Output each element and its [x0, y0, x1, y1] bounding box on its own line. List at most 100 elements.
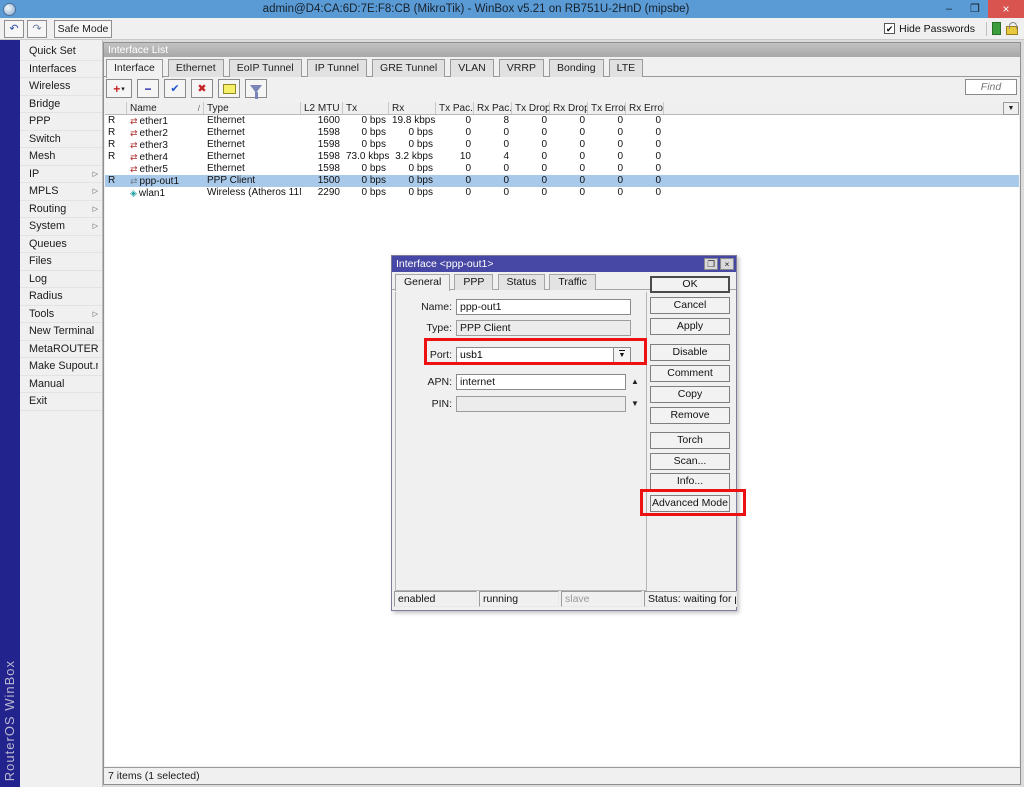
remove-button[interactable]: − [137, 79, 159, 98]
sidebar-item-queues[interactable]: Queues [20, 236, 102, 254]
sidebar-menu: Quick Set Interfaces Wireless Bridge PPP… [20, 40, 103, 787]
column-header-rx-pac[interactable]: Rx Pac... [474, 102, 512, 114]
undo-button[interactable]: ↶ [4, 20, 24, 38]
minimize-button[interactable]: – [936, 0, 962, 18]
table-row[interactable]: ◈wlan1 Wireless (Atheros 11N) 2290 0 bps… [105, 187, 1019, 199]
sidebar-item-mpls[interactable]: MPLS▷ [20, 183, 102, 201]
sidebar-item-radius[interactable]: Radius [20, 288, 102, 306]
table-row[interactable]: R ⇄ether2 Ethernet 1598 0 bps 0 bps 0 0 … [105, 127, 1019, 139]
sidebar-item-routing[interactable]: Routing▷ [20, 201, 102, 219]
sidebar-item-bridge[interactable]: Bridge [20, 96, 102, 114]
safe-mode-button[interactable]: Safe Mode [54, 20, 112, 38]
enable-button[interactable]: ✔ [164, 79, 186, 98]
sidebar-item-files[interactable]: Files [20, 253, 102, 271]
port-field[interactable] [457, 348, 613, 362]
sidebar-item-tools[interactable]: Tools▷ [20, 306, 102, 324]
dialog-restore-button[interactable]: ❐ [704, 258, 718, 270]
type-label: Type: [396, 322, 456, 334]
brand-strip: RouterOS WinBox [0, 40, 20, 787]
restore-button[interactable]: ❐ [962, 0, 988, 18]
dialog-tab-ppp[interactable]: PPP [454, 274, 493, 290]
header-dropdown-button[interactable]: ▼ [1003, 102, 1019, 115]
column-header-rx-errors[interactable]: Rx Errors [626, 102, 664, 114]
column-header-flag[interactable] [105, 102, 127, 114]
comment-button[interactable]: Comment [650, 365, 730, 382]
sidebar-item-exit[interactable]: Exit [20, 393, 102, 411]
column-header-rx[interactable]: Rx [389, 102, 436, 114]
tab-eoip-tunnel[interactable]: EoIP Tunnel [229, 59, 302, 77]
table-row[interactable]: R ⇄ether3 Ethernet 1598 0 bps 0 bps 0 0 … [105, 139, 1019, 151]
sidebar-item-make-supout-rif[interactable]: Make Supout.rif [20, 358, 102, 376]
table-row-selected[interactable]: R ⇄ppp-out1 PPP Client 1500 0 bps 0 bps … [105, 175, 1019, 187]
column-header-name[interactable]: Name/ [127, 102, 204, 114]
tab-bonding[interactable]: Bonding [549, 59, 604, 77]
info-button[interactable]: Info... [650, 473, 730, 490]
apply-button[interactable]: Apply [650, 318, 730, 335]
name-field[interactable] [456, 299, 631, 315]
sidebar-item-wireless[interactable]: Wireless [20, 78, 102, 96]
disable-button[interactable]: Disable [650, 344, 730, 361]
tab-interface[interactable]: Interface [106, 59, 163, 78]
column-header-tx-errors[interactable]: Tx Errors [588, 102, 626, 114]
tab-lte[interactable]: LTE [609, 59, 643, 77]
port-dropdown-button[interactable]: ▼ [613, 348, 630, 362]
interface-list-status: 7 items (1 selected) [104, 767, 1020, 784]
dialog-close-button[interactable]: × [720, 258, 734, 270]
table-row[interactable]: R ⇄ether1 Ethernet 1600 0 bps 19.8 kbps … [105, 115, 1019, 127]
sidebar-item-interfaces[interactable]: Interfaces [20, 61, 102, 79]
hide-passwords-label: Hide Passwords [899, 23, 975, 35]
ok-button[interactable]: OK [650, 276, 730, 293]
advanced-mode-button[interactable]: Advanced Mode [650, 495, 730, 512]
remove-button[interactable]: Remove [650, 407, 730, 424]
table-row[interactable]: R ⇄ether4 Ethernet 1598 73.0 kbps 3.2 kb… [105, 151, 1019, 163]
pin-field[interactable] [456, 396, 626, 412]
sidebar-item-new-terminal[interactable]: New Terminal [20, 323, 102, 341]
tab-ip-tunnel[interactable]: IP Tunnel [307, 59, 367, 77]
dialog-tab-traffic[interactable]: Traffic [549, 274, 596, 290]
sidebar-item-ppp[interactable]: PPP [20, 113, 102, 131]
redo-button[interactable]: ↷ [27, 20, 47, 38]
tab-ethernet[interactable]: Ethernet [168, 59, 224, 77]
cancel-button[interactable]: Cancel [650, 297, 730, 314]
sidebar-item-metarouter[interactable]: MetaROUTER [20, 341, 102, 359]
dialog-tab-general[interactable]: General [395, 274, 450, 291]
interface-list-titlebar[interactable]: Interface List [104, 43, 1020, 57]
add-button[interactable]: +▾ [106, 79, 132, 98]
column-header-rx-drops[interactable]: Rx Drops [550, 102, 588, 114]
tab-gre-tunnel[interactable]: GRE Tunnel [372, 59, 445, 77]
sidebar-item-manual[interactable]: Manual [20, 376, 102, 394]
scan-button[interactable]: Scan... [650, 453, 730, 470]
sidebar-item-system[interactable]: System▷ [20, 218, 102, 236]
sidebar-item-mesh[interactable]: Mesh [20, 148, 102, 166]
comment-button[interactable] [218, 79, 240, 98]
find-input[interactable] [965, 79, 1017, 95]
section-up-icon[interactable]: ▲ [631, 377, 639, 386]
column-header-type[interactable]: Type [204, 102, 301, 114]
apn-field[interactable] [456, 374, 626, 390]
column-header-tx[interactable]: Tx [343, 102, 389, 114]
hide-passwords-checkbox[interactable]: ✔ [884, 23, 895, 34]
sidebar-item-quick-set[interactable]: Quick Set [20, 43, 102, 61]
table-row[interactable]: ⇄ether5 Ethernet 1598 0 bps 0 bps 0 0 0 … [105, 163, 1019, 175]
torch-button[interactable]: Torch [650, 432, 730, 449]
tab-vlan[interactable]: VLAN [450, 59, 493, 77]
copy-button[interactable]: Copy [650, 386, 730, 403]
disable-button[interactable]: ✖ [191, 79, 213, 98]
dialog-titlebar[interactable]: Interface <ppp-out1> ❐ × [392, 256, 736, 272]
column-header-l2mtu[interactable]: L2 MTU [301, 102, 343, 114]
sidebar-item-switch[interactable]: Switch [20, 131, 102, 149]
interface-dialog: Interface <ppp-out1> ❐ × General PPP Sta… [391, 255, 737, 611]
column-header-tx-pac[interactable]: Tx Pac... [436, 102, 474, 114]
filter-button[interactable] [245, 79, 267, 98]
winbox-app: admin@D4:CA:6D:7E:F8:CB (MikroTik) - Win… [0, 0, 1024, 787]
toolbar-divider [986, 22, 987, 36]
sidebar-item-log[interactable]: Log [20, 271, 102, 289]
close-button[interactable]: × [988, 0, 1024, 18]
tab-vrrp[interactable]: VRRP [499, 59, 544, 77]
dialog-tab-status[interactable]: Status [498, 274, 546, 290]
section-down-icon[interactable]: ▼ [631, 399, 639, 408]
port-combobox[interactable]: ▼ [456, 347, 631, 363]
column-header-tx-drops[interactable]: Tx Drops [512, 102, 550, 114]
sidebar-item-ip[interactable]: IP▷ [20, 166, 102, 184]
extra-status: Status: waiting for pac... [644, 591, 737, 607]
